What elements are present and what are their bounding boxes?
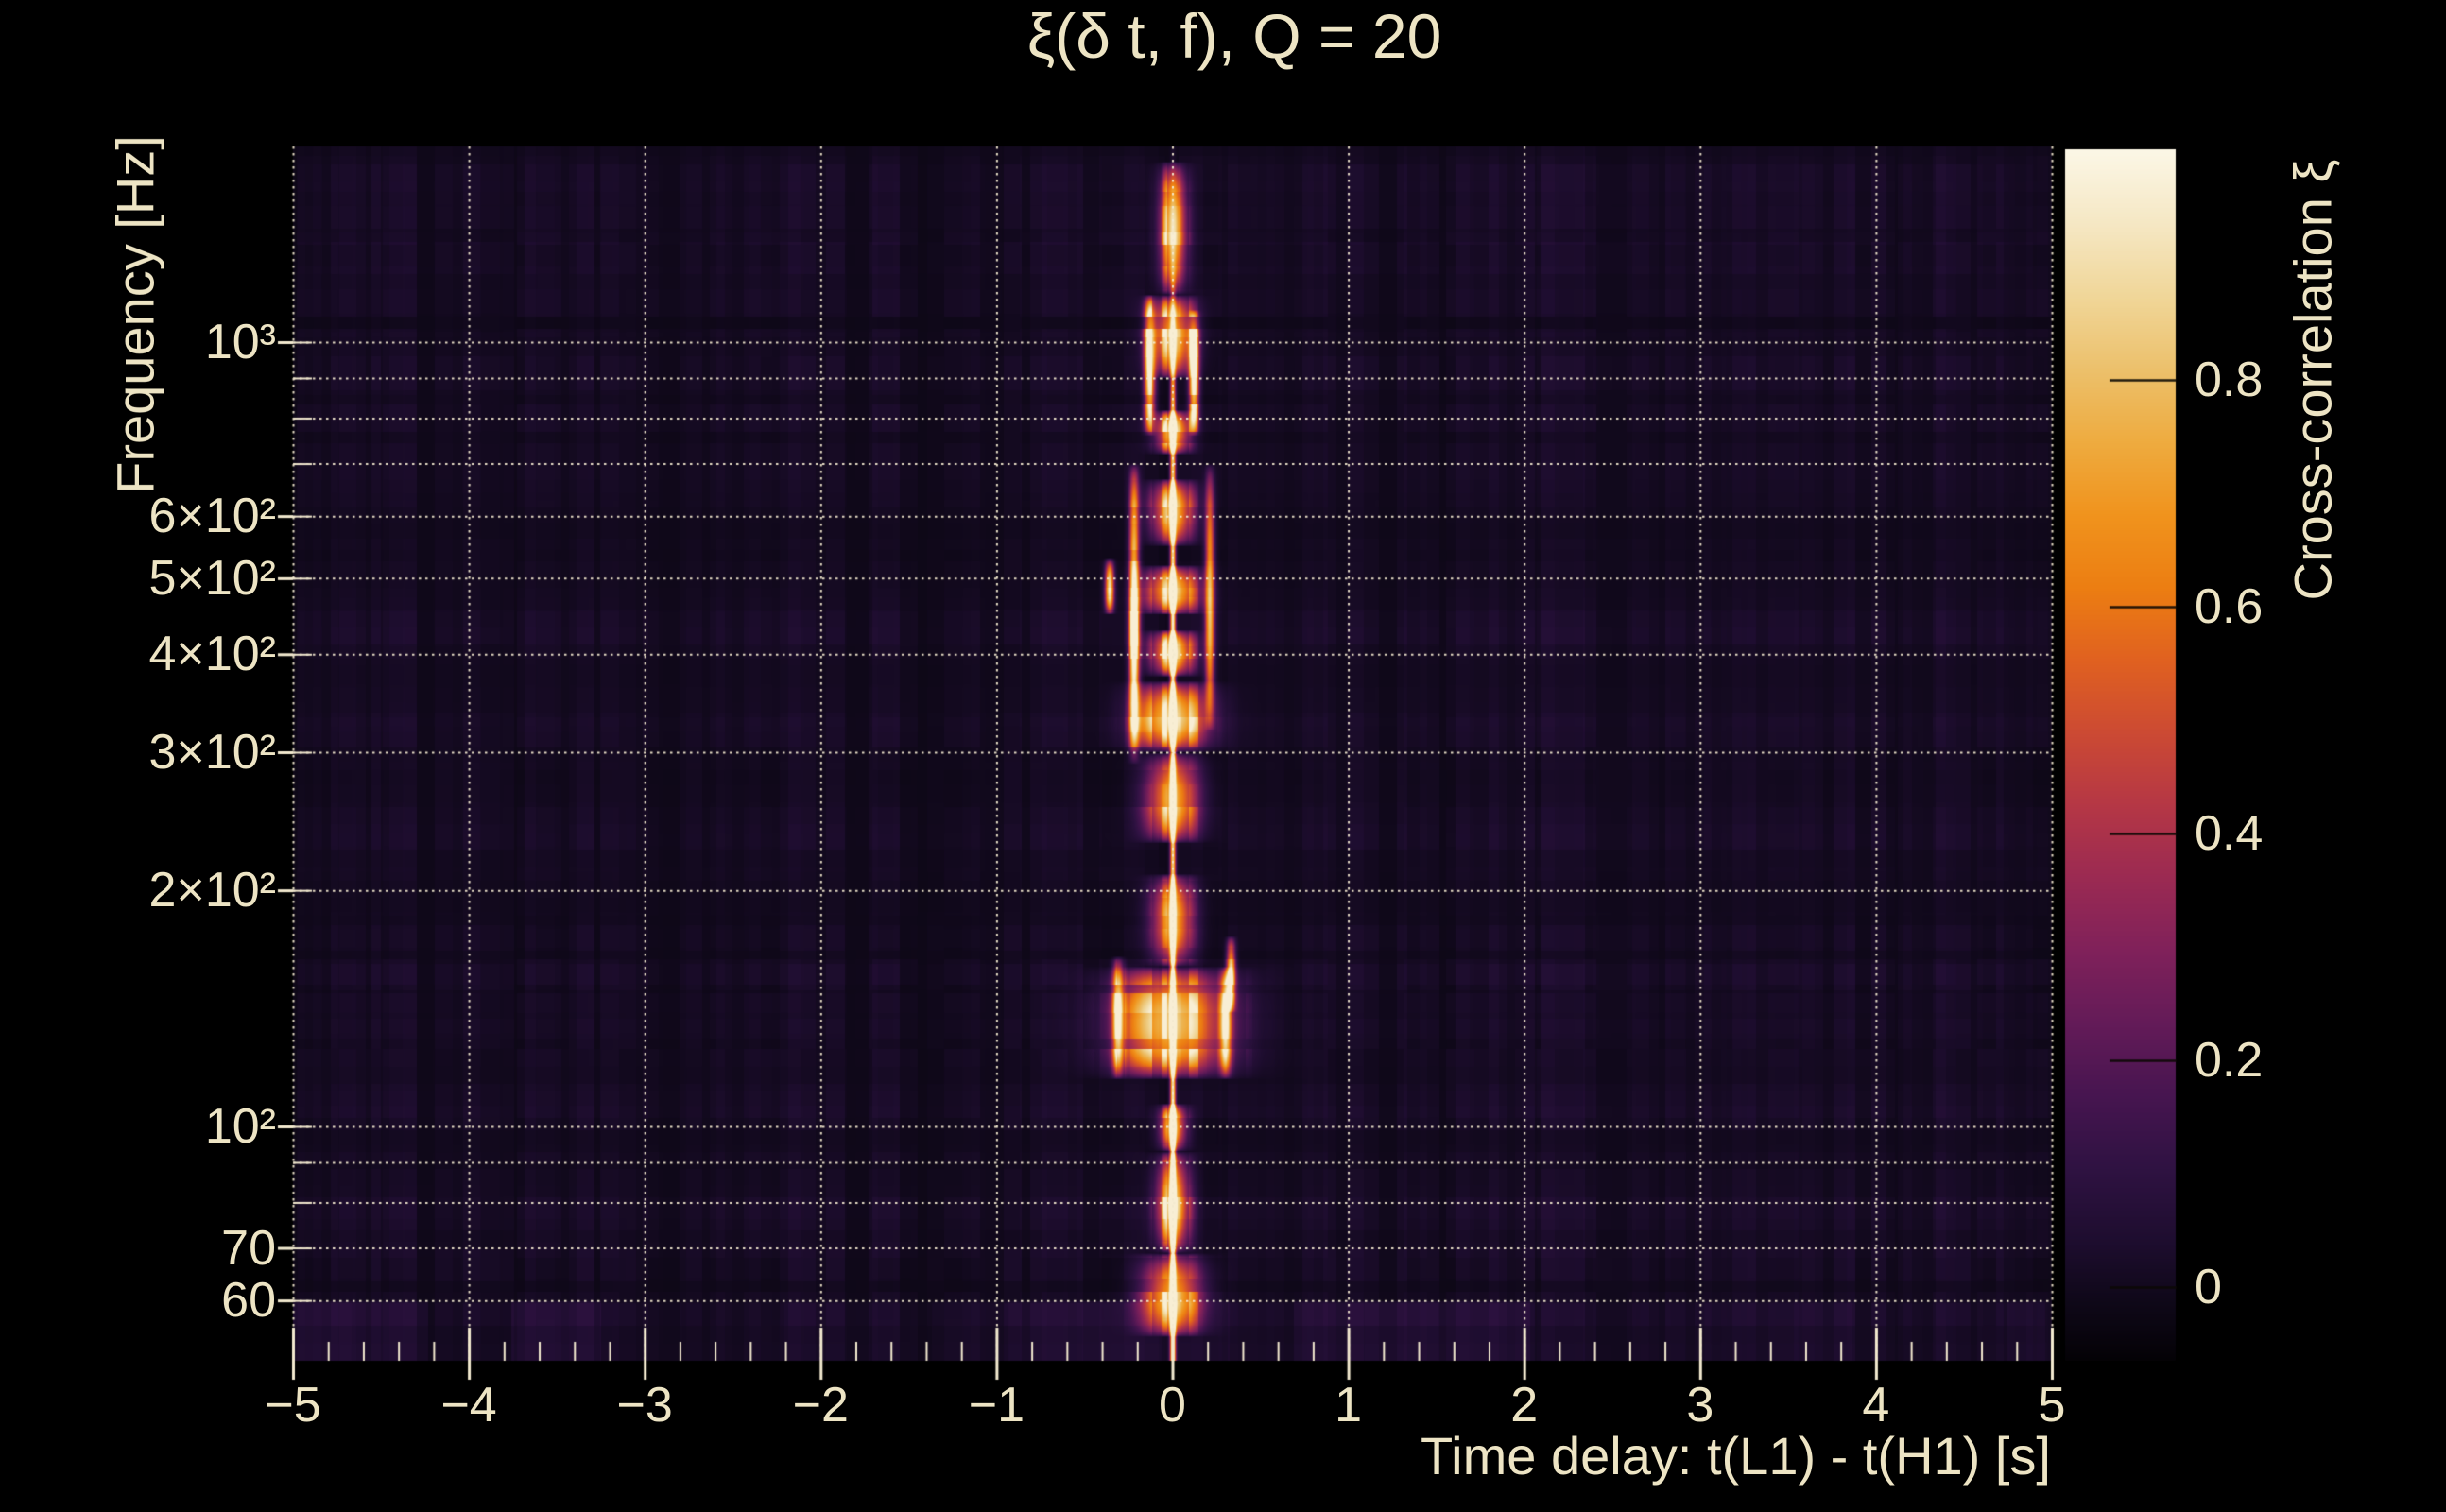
y-tick-label: 10² xyxy=(204,1099,276,1154)
colorbar-tick-label: 0.8 xyxy=(2195,352,2264,407)
x-tick-label: 0 xyxy=(1159,1378,1186,1433)
x-tick-label: −3 xyxy=(616,1378,673,1433)
x-tick-label: −5 xyxy=(265,1378,321,1433)
y-tick-label: 6×10² xyxy=(148,489,276,544)
chart-title: ξ(δ t, f), Q = 20 xyxy=(1026,1,1442,71)
y-tick-label: 70 xyxy=(221,1220,276,1276)
x-tick-label: 5 xyxy=(2038,1378,2066,1433)
x-tick-label: 4 xyxy=(1862,1378,1890,1433)
colorbar-tick-label: 0.4 xyxy=(2195,806,2264,861)
y-tick-label: 10³ xyxy=(204,315,276,369)
x-tick-label: −2 xyxy=(792,1378,849,1433)
spectrogram-canvas xyxy=(0,0,2446,1512)
colorbar-tick-label: 0.2 xyxy=(2195,1033,2264,1088)
y-tick-label: 60 xyxy=(221,1273,276,1329)
x-tick-label: −4 xyxy=(440,1378,497,1433)
y-tick-label: 5×10² xyxy=(148,550,276,606)
x-tick-label: 3 xyxy=(1686,1378,1714,1433)
colorbar-tick-label: 0 xyxy=(2195,1260,2222,1314)
x-tick-label: 2 xyxy=(1510,1378,1539,1433)
x-tick-label: 1 xyxy=(1335,1378,1363,1433)
colorbar-tick-label: 0.6 xyxy=(2195,579,2264,634)
y-tick-label: 4×10² xyxy=(148,627,276,682)
y-tick-label: 2×10² xyxy=(148,863,276,919)
cross-correlation-spectrogram-figure: ξ(δ t, f), Q = 20 Frequency [Hz] Time de… xyxy=(0,0,2446,1512)
y-tick-label: 3×10² xyxy=(148,724,276,780)
x-tick-label: −1 xyxy=(968,1378,1025,1433)
